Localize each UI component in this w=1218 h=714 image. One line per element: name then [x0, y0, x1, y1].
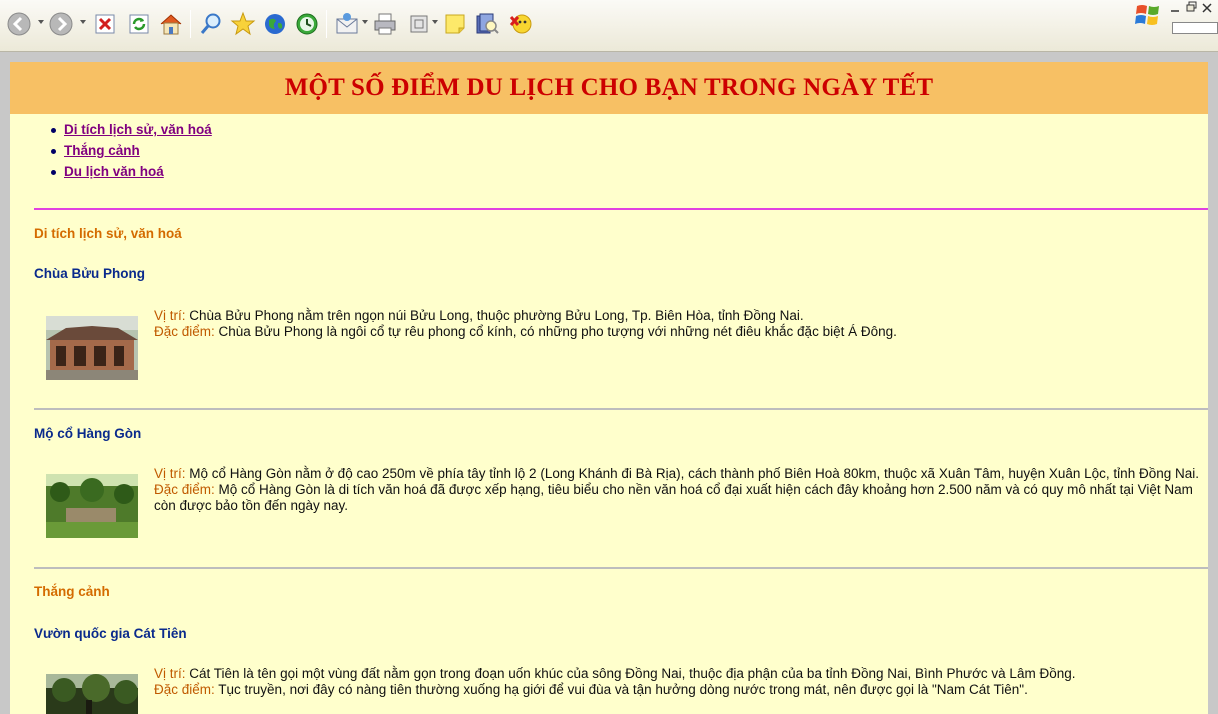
refresh-icon[interactable] — [124, 9, 154, 39]
nav-item: Thắng cảnh — [51, 140, 1208, 161]
mail-dropdown-icon[interactable] — [362, 20, 368, 24]
home-icon[interactable] — [156, 9, 186, 39]
windows-logo-icon — [1134, 2, 1164, 32]
nav-link-historic[interactable]: Di tích lịch sử, văn hoá — [64, 122, 212, 137]
pagoda-photo — [46, 316, 138, 380]
feature-text: Tục truyền, nơi đây có nàng tiên thường … — [214, 682, 1028, 697]
location-label: Vị trí: — [154, 308, 186, 323]
forward-dropdown-icon[interactable] — [80, 20, 86, 24]
messenger-icon[interactable] — [506, 9, 536, 39]
feature-text: Mộ cổ Hàng Gòn là di tích văn hoá đã đượ… — [154, 482, 1193, 513]
item-title: Chùa Bửu Phong — [34, 266, 146, 281]
location-text: Chùa Bửu Phong nằm trên ngọn núi Bửu Lon… — [185, 308, 804, 323]
media-globe-icon[interactable] — [260, 9, 290, 39]
nav-item: Di tích lịch sử, văn hoá — [51, 119, 1208, 140]
item-description: Vị trí: Mộ cổ Hàng Gòn nằm ở độ cao 250m… — [154, 466, 1206, 514]
forest-photo — [46, 674, 138, 714]
section-title: Di tích lịch sử, văn hoá — [34, 226, 182, 241]
print-icon[interactable] — [370, 9, 400, 39]
window-controls — [1132, 0, 1218, 52]
restore-button[interactable] — [1186, 1, 1198, 16]
item-title: Vườn quốc gia Cát Tiên — [34, 626, 187, 641]
minimize-button[interactable] — [1170, 2, 1180, 17]
location-label: Vị trí: — [154, 466, 186, 481]
nav-list: Di tích lịch sử, văn hoá Thắng cảnh Du l… — [51, 119, 1208, 182]
mail-icon[interactable] — [332, 9, 362, 39]
toolbar-separator — [326, 10, 327, 38]
research-icon[interactable] — [472, 9, 502, 39]
feature-label: Đặc điểm: — [154, 482, 215, 497]
notes-icon[interactable] — [440, 9, 470, 39]
address-box[interactable] — [1172, 22, 1218, 34]
search-icon[interactable] — [196, 9, 226, 39]
nav-link-scenery[interactable]: Thắng cảnh — [64, 143, 140, 158]
page-title: MỘT SỐ ĐIỂM DU LỊCH CHO BẠN TRONG NGÀY T… — [284, 74, 934, 101]
section-title: Thắng cảnh — [34, 584, 110, 599]
location-text: Cát Tiên là tên gọi một vùng đất nằm gọn… — [185, 666, 1076, 681]
location-label: Vị trí: — [154, 666, 186, 681]
toolbar-separator — [190, 10, 191, 38]
divider — [34, 408, 1208, 410]
feature-text: Chùa Bửu Phong là ngôi cổ tự rêu phong c… — [214, 324, 897, 339]
divider — [34, 208, 1208, 210]
nav-link-culture[interactable]: Du lịch văn hoá — [64, 164, 164, 179]
back-dropdown-icon[interactable] — [38, 20, 44, 24]
edit-icon[interactable] — [404, 9, 434, 39]
stop-icon[interactable] — [90, 9, 120, 39]
page-viewport: MỘT SỐ ĐIỂM DU LỊCH CHO BẠN TRONG NGÀY T… — [10, 62, 1208, 714]
item-description: Vị trí: Chùa Bửu Phong nằm trên ngọn núi… — [154, 308, 1206, 340]
feature-label: Đặc điểm: — [154, 682, 215, 697]
favorites-star-icon[interactable] — [228, 9, 258, 39]
tomb-photo — [46, 474, 138, 538]
forward-icon[interactable] — [46, 9, 76, 39]
feature-label: Đặc điểm: — [154, 324, 215, 339]
nav-item: Du lịch văn hoá — [51, 161, 1208, 182]
browser-toolbar — [0, 0, 1218, 52]
divider — [34, 567, 1208, 569]
edit-dropdown-icon[interactable] — [432, 20, 438, 24]
location-text: Mộ cổ Hàng Gòn nằm ở độ cao 250m về phía… — [185, 466, 1199, 481]
page-header: MỘT SỐ ĐIỂM DU LỊCH CHO BẠN TRONG NGÀY T… — [10, 62, 1208, 114]
close-button[interactable] — [1202, 3, 1212, 16]
item-description: Vị trí: Cát Tiên là tên gọi một vùng đất… — [154, 666, 1206, 698]
item-title: Mộ cổ Hàng Gòn — [34, 426, 142, 441]
history-icon[interactable] — [292, 9, 322, 39]
back-icon[interactable] — [4, 9, 34, 39]
